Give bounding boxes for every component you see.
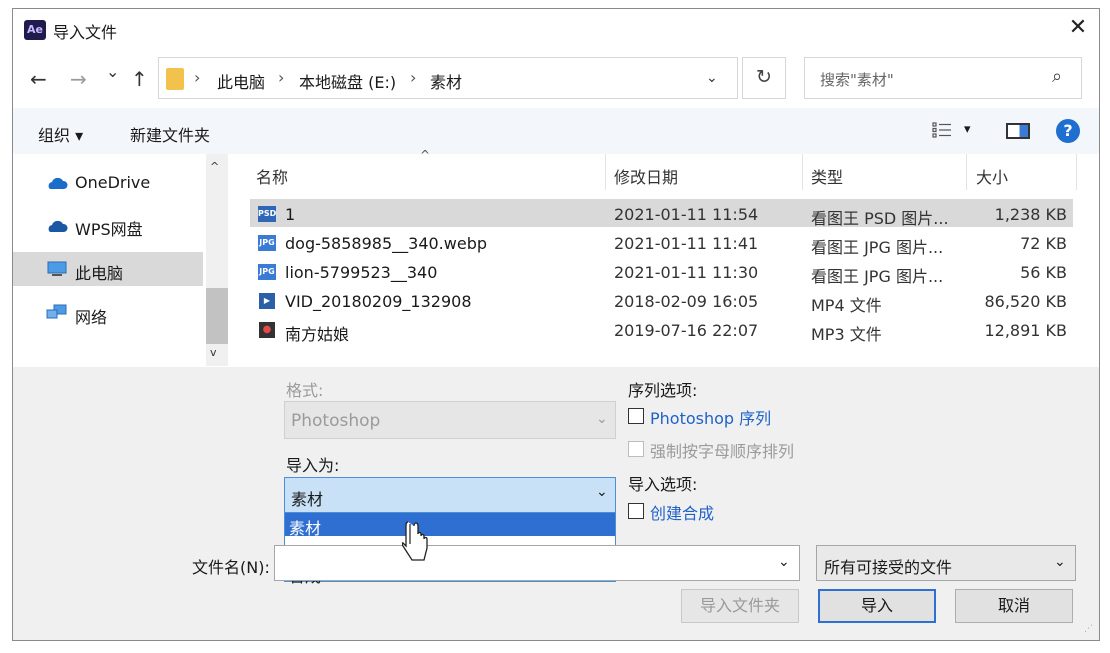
sidebar-item-onedrive[interactable]: OneDrive <box>75 173 150 192</box>
chevron-down-icon[interactable]: ⌄ <box>1054 554 1066 570</box>
format-label: 格式: <box>286 381 324 400</box>
column-divider[interactable] <box>605 154 606 190</box>
file-date: 2019-07-16 22:07 <box>614 321 759 340</box>
file-type-value: 所有可接受的文件 <box>824 558 953 577</box>
preview-pane-icon[interactable] <box>1006 123 1030 139</box>
chevron-down-icon[interactable]: ⌄ <box>596 484 608 500</box>
view-dropdown-caret-icon[interactable]: ▾ <box>964 122 971 137</box>
column-divider[interactable] <box>966 154 967 190</box>
breadcrumb-local-disk-e[interactable]: 本地磁盘 (E:) <box>299 69 396 93</box>
file-name[interactable]: 南方姑娘 <box>285 321 349 345</box>
help-icon[interactable]: ? <box>1056 119 1080 143</box>
file-size: 86,520 KB <box>984 292 1067 311</box>
folder-icon <box>166 68 184 90</box>
scroll-down-arrow-icon[interactable]: v <box>210 346 217 359</box>
address-history-chevron-icon[interactable]: ⌄ <box>706 70 718 86</box>
breadcrumb-separator: › <box>278 68 285 87</box>
chevron-down-icon[interactable]: ⌄ <box>778 554 790 570</box>
column-divider <box>1076 154 1077 190</box>
file-name[interactable]: VID_20180209_132908 <box>285 292 472 311</box>
import-options-label: 导入选项: <box>628 475 698 494</box>
computer-icon <box>47 261 67 276</box>
view-options-icon[interactable] <box>932 122 952 138</box>
import-button[interactable]: 导入 <box>818 589 936 623</box>
force-alphabetical-checkbox <box>628 441 644 457</box>
sidebar-scrollbar-thumb[interactable] <box>206 288 228 344</box>
after-effects-app-icon: Ae <box>24 20 46 40</box>
scroll-up-arrow-icon[interactable]: ^ <box>210 160 219 173</box>
back-arrow-icon[interactable]: ← <box>30 67 47 91</box>
file-type: 看图王 JPG 图片... <box>811 267 944 286</box>
sort-ascending-icon: ^ <box>420 148 431 162</box>
video-file-icon: ▶ <box>259 293 275 309</box>
file-name[interactable]: lion-5799523__340 <box>285 263 437 282</box>
file-size: 72 KB <box>1020 234 1067 253</box>
search-icon[interactable]: ⌕ <box>1052 66 1062 87</box>
cancel-button[interactable]: 取消 <box>955 589 1073 623</box>
network-icon <box>46 304 67 319</box>
column-header-date[interactable]: 修改日期 <box>614 164 678 188</box>
dropdown-highlight <box>285 513 615 536</box>
sidebar-item-wps-drive[interactable]: WPS网盘 <box>75 216 143 240</box>
sequence-options-label: 序列选项: <box>628 381 698 400</box>
chevron-down-icon: ⌄ <box>596 411 608 427</box>
organize-menu-button[interactable]: 组织 ▾ <box>38 122 83 146</box>
file-size: 1,238 KB <box>994 205 1067 224</box>
refresh-icon: ↻ <box>756 66 772 88</box>
file-type: 看图王 JPG 图片... <box>811 238 944 257</box>
import-as-value: 素材 <box>291 490 324 509</box>
create-composition-checkbox[interactable] <box>628 503 644 519</box>
jpg-file-icon: JPG <box>258 235 276 251</box>
jpg-file-icon: JPG <box>258 264 276 280</box>
close-icon[interactable]: ✕ <box>1064 14 1092 42</box>
cloud-icon <box>48 177 68 189</box>
photoshop-sequence-checkbox[interactable] <box>628 408 644 424</box>
file-name[interactable]: dog-5858985__340.webp <box>285 234 487 253</box>
search-placeholder: 搜索"素材" <box>820 71 894 89</box>
resize-grip-icon[interactable]: ⋰ <box>1084 624 1093 634</box>
file-size: 56 KB <box>1020 263 1067 282</box>
new-folder-button[interactable]: 新建文件夹 <box>130 122 210 146</box>
file-type: 看图王 PSD 图片... <box>811 209 949 228</box>
column-divider[interactable] <box>802 154 803 190</box>
create-composition-label[interactable]: 创建合成 <box>650 500 714 524</box>
mouse-pointer-icon <box>402 521 428 561</box>
photoshop-sequence-label[interactable]: Photoshop 序列 <box>650 405 771 429</box>
breadcrumb-this-pc[interactable]: 此电脑 <box>217 69 265 93</box>
sidebar-item-this-pc[interactable]: 此电脑 <box>75 260 123 284</box>
format-value: Photoshop <box>291 411 381 431</box>
cloud-drive-icon <box>48 220 68 232</box>
column-header-name[interactable]: 名称 <box>256 164 288 188</box>
file-date: 2018-02-09 16:05 <box>614 292 759 311</box>
file-type: MP3 文件 <box>811 325 882 344</box>
file-type: MP4 文件 <box>811 296 882 315</box>
up-arrow-icon[interactable]: ↑ <box>131 67 148 91</box>
dialog-title: 导入文件 <box>53 23 118 42</box>
column-header-size[interactable]: 大小 <box>976 164 1008 188</box>
recent-locations-chevron-icon[interactable]: ⌄ <box>106 62 119 81</box>
filename-input[interactable] <box>274 545 800 581</box>
import-as-select[interactable] <box>284 477 616 513</box>
breadcrumb-separator: › <box>410 68 417 87</box>
psd-file-icon: PSD <box>258 206 276 222</box>
force-alphabetical-label: 强制按字母顺序排列 <box>650 442 795 461</box>
sidebar-item-network[interactable]: 网络 <box>75 304 107 328</box>
forward-arrow-icon[interactable]: → <box>70 67 87 91</box>
file-size: 12,891 KB <box>984 321 1067 340</box>
file-date: 2021-01-11 11:54 <box>614 205 759 224</box>
dropdown-option-footage[interactable]: 素材 <box>289 515 321 539</box>
column-header-type[interactable]: 类型 <box>811 164 843 188</box>
breadcrumb-sucai[interactable]: 素材 <box>430 69 462 93</box>
breadcrumb-separator: › <box>194 68 201 87</box>
file-date: 2021-01-11 11:30 <box>614 263 759 282</box>
file-name[interactable]: 1 <box>285 205 295 224</box>
file-date: 2021-01-11 11:41 <box>614 234 759 253</box>
import-folder-button[interactable]: 导入文件夹 <box>681 589 799 623</box>
audio-file-icon: ● <box>259 322 275 338</box>
filename-label: 文件名(N): <box>192 558 270 577</box>
import-as-label: 导入为: <box>286 456 340 475</box>
